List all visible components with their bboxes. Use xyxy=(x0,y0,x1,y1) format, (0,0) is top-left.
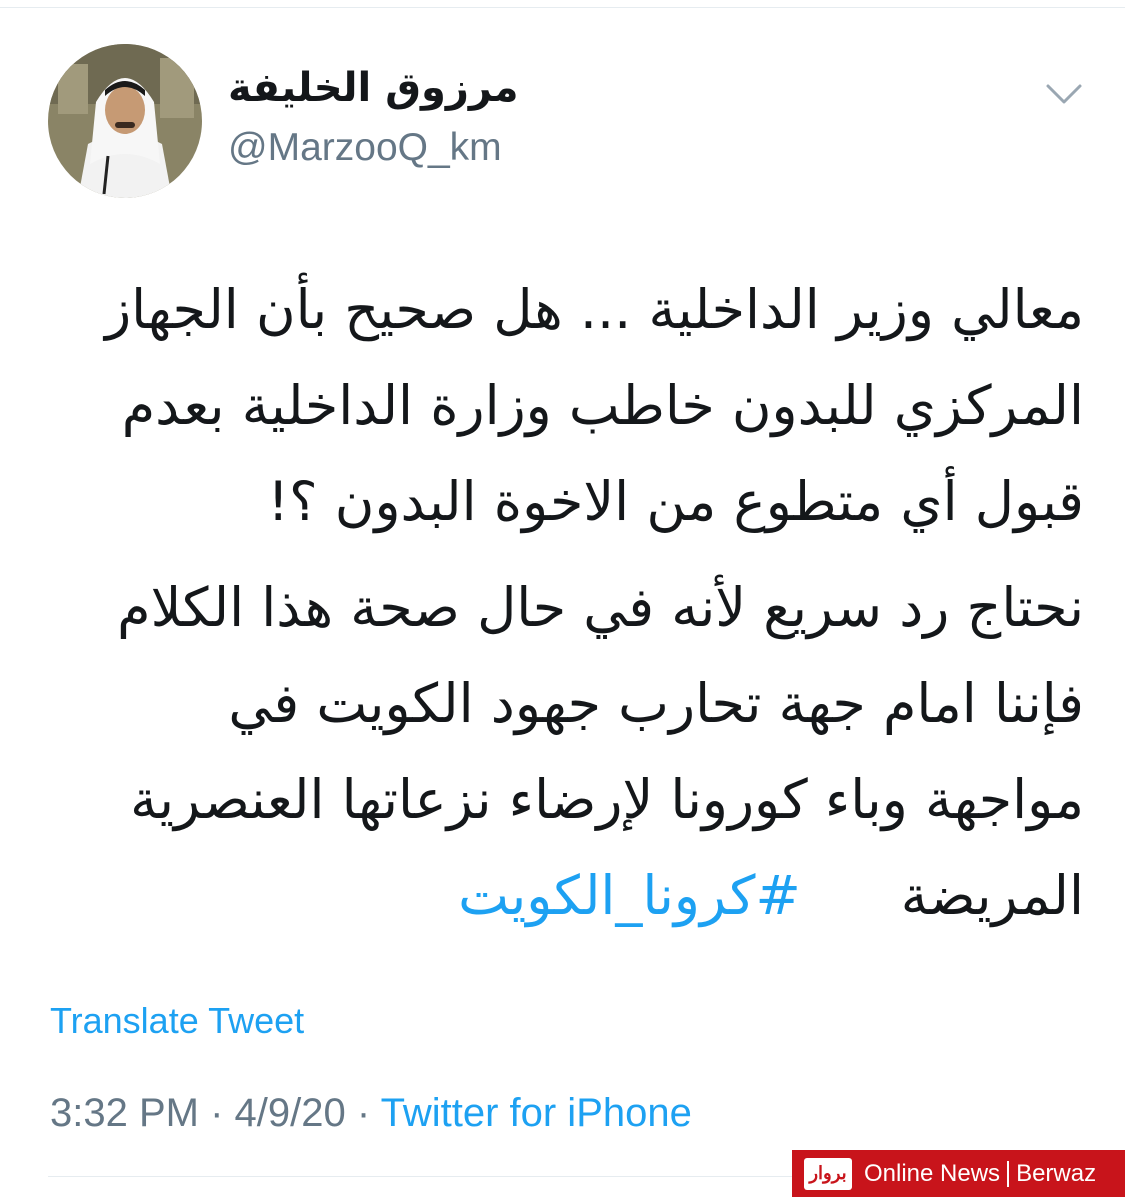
tweet-line: فإننا امام جهة تحارب جهود الكويت في xyxy=(228,672,1084,735)
tweet-source-link[interactable]: Twitter for iPhone xyxy=(381,1091,692,1135)
tweet-paragraph-2: نحتاج رد سريع لأنه في حال صحة هذا الكلام… xyxy=(36,560,1084,944)
tweet-line-last: المريضة #كرونا_الكويت xyxy=(36,848,1084,944)
tweet-line: المركزي للبدون خاطب وزارة الداخلية بعدم xyxy=(121,374,1084,437)
watermark-divider xyxy=(1007,1160,1010,1187)
meta-separator: · xyxy=(356,1091,371,1135)
author-handle[interactable]: @MarzooQ_km xyxy=(228,126,502,170)
hashtag-link[interactable]: #كرونا_الكويت xyxy=(458,864,801,927)
tweet-line: نحتاج رد سريع لأنه في حال صحة هذا الكلام xyxy=(117,576,1084,639)
meta-separator: · xyxy=(210,1091,224,1135)
top-divider xyxy=(0,0,1125,8)
tweet-line: قبول أي متطوع من الاخوة البدون ؟! xyxy=(267,470,1084,533)
tweet-metadata: 3:32 PM · 4/9/20 · Twitter for iPhone xyxy=(50,1091,692,1136)
tweet-line: المريضة xyxy=(900,864,1084,927)
avatar[interactable] xyxy=(48,44,202,198)
tweet-line: مواجهة وباء كورونا لإرضاء نزعاتها العنصر… xyxy=(130,768,1084,831)
tweet-time[interactable]: 3:32 PM xyxy=(50,1091,199,1135)
tweet-paragraph-1: معالي وزير الداخلية ... هل صحيح بأن الجه… xyxy=(36,262,1084,550)
tweet-text: معالي وزير الداخلية ... هل صحيح بأن الجه… xyxy=(36,262,1084,954)
tweet-date[interactable]: 4/9/20 xyxy=(235,1091,346,1135)
watermark-left-text: Online News xyxy=(864,1159,1001,1187)
chevron-down-icon[interactable] xyxy=(1044,80,1084,110)
tweet-line: معالي وزير الداخلية ... هل صحيح بأن الجه… xyxy=(105,278,1084,341)
translate-tweet-link[interactable]: Translate Tweet xyxy=(50,1000,304,1042)
watermark-right-text: Berwaz xyxy=(1016,1159,1097,1187)
author-display-name[interactable]: مرزوق الخليفة xyxy=(228,66,519,110)
watermark-logo: بروار xyxy=(804,1157,852,1190)
watermark-banner: بروار Online News Berwaz xyxy=(792,1150,1125,1197)
